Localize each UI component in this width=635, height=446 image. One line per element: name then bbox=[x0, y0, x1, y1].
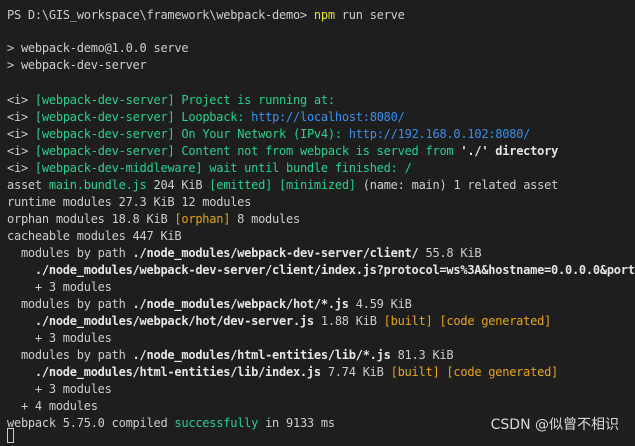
loopback-url-link[interactable]: http://localhost:8080/ bbox=[251, 110, 405, 124]
prompt-args: run serve bbox=[334, 8, 405, 22]
info-directory: './' bbox=[460, 144, 489, 158]
terminal-cursor bbox=[7, 428, 14, 443]
asset-label: asset bbox=[7, 178, 49, 192]
module-file-size: 1.88 KiB bbox=[313, 314, 384, 328]
module-file-path: ./node_modules/webpack/hot/dev-server.js bbox=[7, 314, 314, 328]
orphan-modules-line: orphan modules 18.8 KiB [orphan] 8 modul… bbox=[7, 211, 300, 228]
info-line-5: <i> [webpack-dev-middleware] wait until … bbox=[7, 160, 412, 177]
runtime-modules-line: runtime modules 27.3 KiB 12 modules bbox=[7, 195, 252, 209]
prompt-command: npm bbox=[313, 8, 335, 22]
module-file-size: 7.74 KiB bbox=[320, 365, 391, 379]
script-line-1: > webpack-demo@1.0.0 serve bbox=[7, 41, 189, 55]
info-line-3: <i> [webpack-dev-server] On Your Network… bbox=[7, 126, 530, 143]
terminal-output[interactable]: PS D:\GIS_workspace\framework\webpack-de… bbox=[0, 0, 635, 446]
info-tag: <i> bbox=[7, 144, 28, 158]
module-more-4: + 4 modules bbox=[7, 399, 98, 413]
asset-size: 204 KiB bbox=[146, 178, 210, 192]
info-tag: <i> bbox=[7, 93, 28, 107]
module-file-2: ./node_modules/webpack/hot/dev-server.js… bbox=[7, 313, 551, 330]
compiled-prefix: webpack 5.75.0 compiled bbox=[7, 416, 175, 430]
asset-emitted-flag: [emitted] bbox=[209, 178, 273, 192]
prompt-line: PS D:\GIS_workspace\framework\webpack-de… bbox=[7, 7, 405, 24]
orphan-flag: [orphan] bbox=[174, 212, 231, 226]
module-group-3: modules by path ./node_modules/html-enti… bbox=[7, 347, 454, 364]
info-source: [webpack-dev-server] bbox=[34, 110, 175, 124]
info-source: [webpack-dev-server] bbox=[34, 93, 175, 107]
cacheable-modules-line: cacheable modules 447 KiB bbox=[7, 229, 182, 243]
info-source: [webpack-dev-server] bbox=[34, 127, 175, 141]
prompt-path: PS D:\GIS_workspace\framework\webpack-de… bbox=[7, 8, 314, 22]
module-more-3: + 3 modules bbox=[7, 382, 112, 396]
module-file-3: ./node_modules/html-entities/lib/index.j… bbox=[7, 364, 558, 381]
info-line-1: <i> [webpack-dev-server] Project is runn… bbox=[7, 92, 335, 109]
module-group-size: 81.3 KiB bbox=[390, 348, 454, 362]
orphan-tail: 8 modules bbox=[230, 212, 300, 226]
built-flag: [built] bbox=[390, 365, 440, 379]
info-text: On Your Network (IPv4): bbox=[174, 127, 349, 141]
info-tag: <i> bbox=[7, 161, 28, 175]
compiled-status: successfully bbox=[174, 416, 259, 430]
module-group-label: modules by path bbox=[7, 348, 133, 362]
info-text: Loopback: bbox=[174, 110, 252, 124]
orphan-label: orphan modules 18.8 KiB bbox=[7, 212, 175, 226]
module-group-path: ./node_modules/webpack-dev-server/client… bbox=[132, 246, 419, 260]
asset-name: main.bundle.js bbox=[48, 178, 147, 192]
asset-minimized-flag: [minimized] bbox=[279, 178, 356, 192]
built-flag: [built] bbox=[383, 314, 433, 328]
info-line-4: <i> [webpack-dev-server] Content not fro… bbox=[7, 143, 558, 160]
module-group-2: modules by path ./node_modules/webpack/h… bbox=[7, 296, 412, 313]
info-text-tail: directory bbox=[488, 144, 559, 158]
module-group-label: modules by path bbox=[7, 297, 133, 311]
code-generated-flag: [code generated] bbox=[439, 314, 552, 328]
info-tag: <i> bbox=[7, 127, 28, 141]
module-group-path: ./node_modules/html-entities/lib/*.js bbox=[132, 348, 391, 362]
script-line-2: > webpack-dev-server bbox=[7, 58, 147, 72]
compiled-line: webpack 5.75.0 compiled successfully in … bbox=[7, 415, 335, 432]
info-text: Content not from webpack is served from bbox=[174, 144, 461, 158]
code-generated-flag: [code generated] bbox=[446, 365, 559, 379]
info-text: wait until bundle finished: / bbox=[202, 161, 412, 175]
module-more-2: + 3 modules bbox=[7, 331, 112, 345]
compiled-tail: in 9133 ms bbox=[258, 416, 335, 430]
network-url-link[interactable]: http://192.168.0.102:8080/ bbox=[349, 127, 531, 141]
asset-tail: (name: main) 1 related asset bbox=[355, 178, 559, 192]
info-source: [webpack-dev-server] bbox=[34, 144, 175, 158]
module-group-size: 4.59 KiB bbox=[348, 297, 412, 311]
module-more-1: + 3 modules bbox=[7, 280, 112, 294]
module-group-size: 55.8 KiB bbox=[418, 246, 482, 260]
info-text: Project is running at: bbox=[174, 93, 335, 107]
module-file-1: ./node_modules/webpack-dev-server/client… bbox=[7, 263, 635, 277]
info-line-2: <i> [webpack-dev-server] Loopback: http:… bbox=[7, 109, 405, 126]
module-group-1: modules by path ./node_modules/webpack-d… bbox=[7, 245, 482, 262]
asset-line: asset main.bundle.js 204 KiB [emitted] [… bbox=[7, 177, 558, 194]
module-group-path: ./node_modules/webpack/hot/*.js bbox=[132, 297, 349, 311]
module-group-label: modules by path bbox=[7, 246, 133, 260]
info-tag: <i> bbox=[7, 110, 28, 124]
info-source: [webpack-dev-middleware] bbox=[34, 161, 203, 175]
module-file-path: ./node_modules/html-entities/lib/index.j… bbox=[7, 365, 321, 379]
csdn-watermark: CSDN @似曾不相识 bbox=[490, 417, 619, 433]
